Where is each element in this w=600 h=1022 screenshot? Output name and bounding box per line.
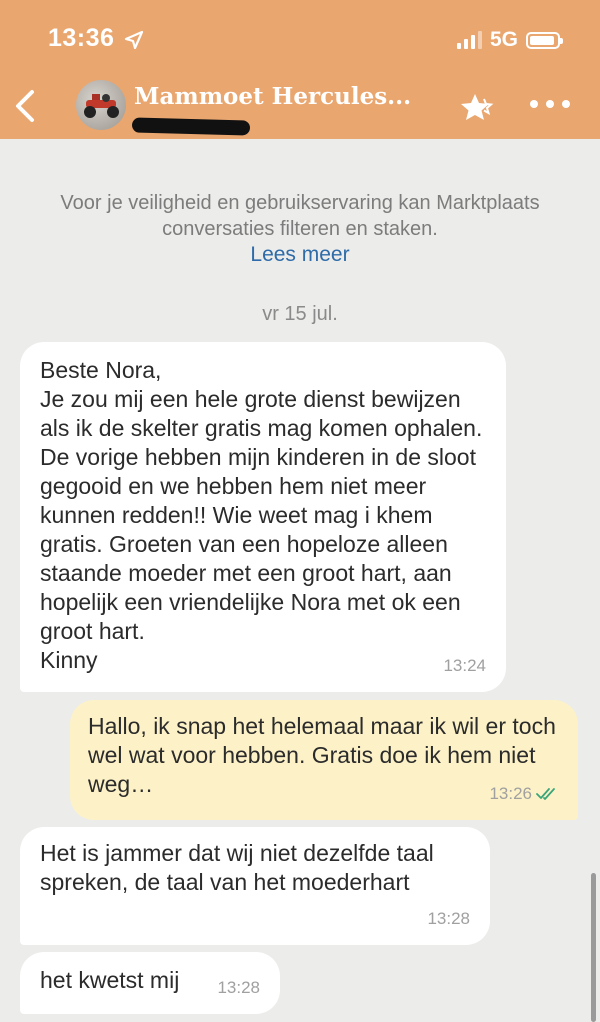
- status-indicators: 5G: [456, 28, 563, 52]
- battery-icon: [526, 31, 563, 49]
- location-arrow-icon: [124, 30, 144, 50]
- message-bubble-incoming[interactable]: Het is jammer dat wij niet dezelfde taal…: [20, 827, 490, 945]
- go-kart-icon: [84, 94, 119, 118]
- message-text: Het is jammer dat wij niet dezelfde taal…: [40, 840, 434, 895]
- read-more-link[interactable]: Lees meer: [0, 243, 600, 267]
- message-time: 13:28: [427, 909, 470, 928]
- more-dot-icon: [562, 100, 570, 108]
- more-dot-icon: [530, 100, 538, 108]
- read-check-icon: [536, 787, 555, 800]
- contact-name[interactable]: Mammoet Hercules...: [134, 83, 411, 110]
- message-bubble-incoming[interactable]: Beste Nora, Je zou mij een hele grote di…: [20, 342, 506, 692]
- network-label: 5G: [489, 28, 518, 51]
- message-time: 13:26: [489, 779, 558, 808]
- more-options-button[interactable]: [530, 100, 570, 108]
- signal-icon: [456, 31, 482, 49]
- message-time: 13:28: [217, 978, 260, 997]
- message-bubble-outgoing[interactable]: Hallo, ik snap het helemaal maar ik wil …: [70, 700, 578, 820]
- redaction-mark: [131, 117, 251, 136]
- more-dot-icon: [546, 100, 554, 108]
- avatar[interactable]: [76, 80, 126, 130]
- status-time: 13:36: [48, 24, 115, 52]
- message-text: Hallo, ik snap het helemaal maar ik wil …: [88, 713, 556, 797]
- date-separator: vr 15 jul.: [262, 303, 338, 325]
- message-bubble-incoming[interactable]: het kwetst mij 13:28: [20, 952, 280, 1014]
- safety-notice: Voor je veiligheid en gebruikservaring k…: [60, 192, 540, 240]
- back-button[interactable]: [10, 86, 40, 126]
- app-header: 13:36 5G Mammoet Hercules...: [0, 0, 600, 139]
- scrollbar[interactable]: [591, 873, 596, 1022]
- message-time: 13:24: [443, 656, 486, 675]
- message-text: Beste Nora, Je zou mij een hele grote di…: [40, 357, 483, 673]
- favorite-star-icon[interactable]: [460, 92, 494, 122]
